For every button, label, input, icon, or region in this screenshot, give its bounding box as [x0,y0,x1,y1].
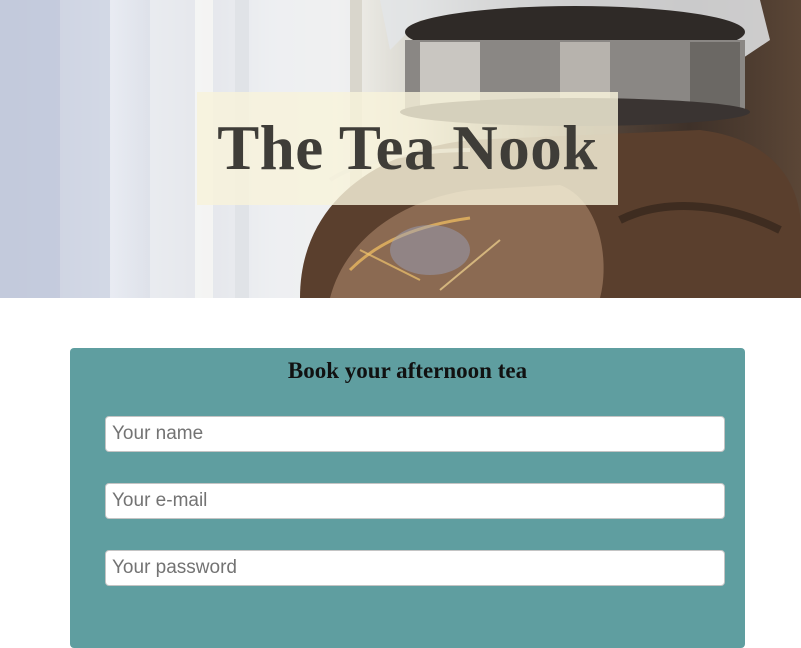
booking-form-heading: Book your afternoon tea [287,358,528,383]
title-box: The Tea Nook [197,92,618,205]
hero-banner: The Tea Nook [0,0,801,298]
booking-form-card: Book your afternoon tea [70,348,745,648]
email-input[interactable] [105,483,725,519]
site-title: The Tea Nook [217,113,598,183]
name-input[interactable] [105,416,725,452]
password-input[interactable] [105,550,725,586]
